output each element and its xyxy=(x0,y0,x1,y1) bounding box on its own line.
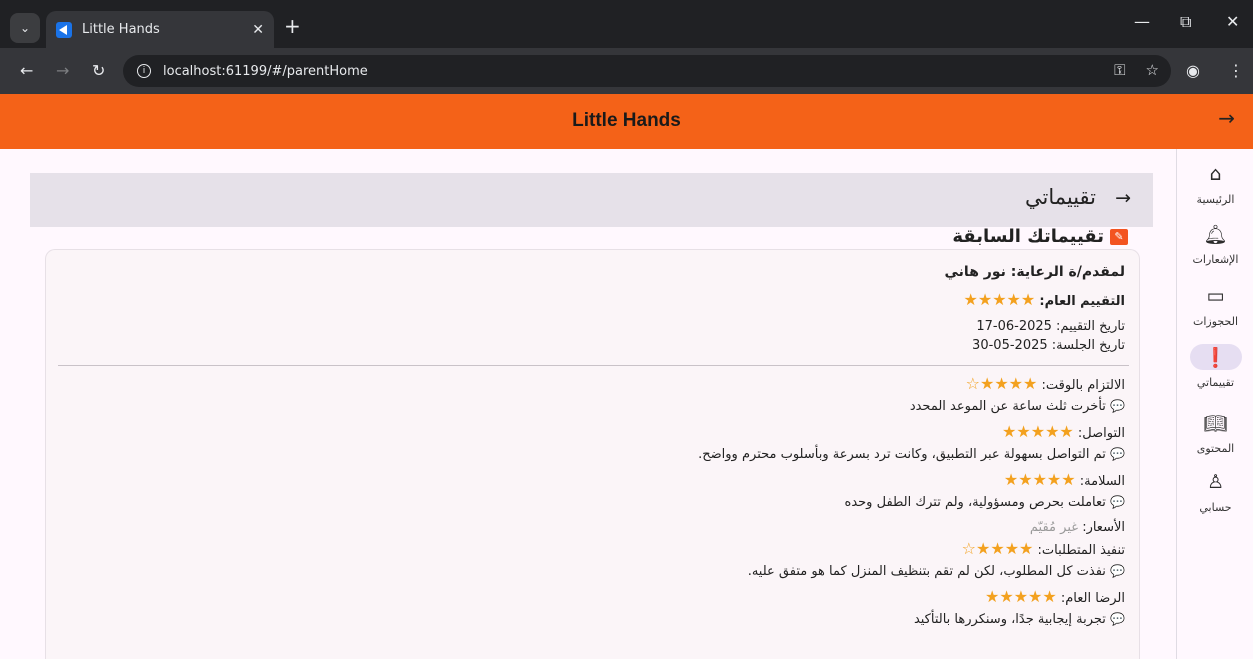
divider xyxy=(58,365,1129,366)
criterion-comment: 💬 تم التواصل بسهولة عبر التطبيق، وكانت ت… xyxy=(698,447,1125,462)
criterion-label: تنفيذ المتطلبات: xyxy=(1037,543,1125,558)
rail-item-content[interactable]: 📖︎ المحتوى xyxy=(1177,410,1253,456)
forward-icon[interactable]: → xyxy=(56,61,69,80)
criterion-comment: 💬 تجربة إيجابية جدًا، وسنكررها بالتأكيد xyxy=(914,612,1125,627)
rail-label: المحتوى xyxy=(1196,442,1235,455)
bell-icon: 🔔︎ xyxy=(1203,223,1228,246)
navigation-rail: ⌂ الرئيسية 🔔︎ الإشعارات ▭ الحجوزات ❗ تقي… xyxy=(1176,149,1253,659)
close-window-icon[interactable]: ✕ xyxy=(1226,12,1239,31)
address-bar[interactable]: i localhost:61199/#/parentHome ⚿ ☆ xyxy=(123,55,1171,87)
criterion-comment: 💬 نفذت كل المطلوب، لكن لم تقم بتنظيف الم… xyxy=(748,564,1125,579)
password-key-icon[interactable]: ⚿ xyxy=(1114,61,1125,79)
comment-text: تعاملت بحرص ومسؤولية، ولم تترك الطفل وحد… xyxy=(844,495,1106,510)
page-title: تقييماتي xyxy=(1024,185,1096,209)
rail-item-account[interactable]: ♙ حسابي xyxy=(1177,469,1253,514)
minimize-icon[interactable]: — xyxy=(1134,12,1150,31)
bookmark-star-icon[interactable]: ☆ xyxy=(1146,61,1159,79)
rail-item-notifications[interactable]: 🔔︎ الإشعارات xyxy=(1177,221,1253,267)
app-bar: Little Hands → xyxy=(0,94,1253,149)
restore-icon[interactable]: ⧉ xyxy=(1180,12,1191,32)
criterion-label: الالتزام بالوقت: xyxy=(1041,378,1126,393)
comment-icon: 💬 xyxy=(1110,564,1125,578)
rail-label: الرئيسية xyxy=(1196,193,1235,206)
section-title: ✎ تقييماتك السابقة xyxy=(952,226,1128,247)
criterion-stars: ★★★★☆ xyxy=(965,374,1038,393)
unrated-text: غير مُقيّم xyxy=(1029,520,1079,535)
tab-strip: ⌄ Little Hands ✕ + — ⧉ ✕ xyxy=(0,0,1253,48)
person-icon: ♙ xyxy=(1206,471,1225,493)
comment-icon: 💬 xyxy=(1110,495,1125,509)
comment-icon: 💬 xyxy=(1110,399,1125,413)
site-info-icon[interactable]: i xyxy=(137,64,151,78)
flutter-favicon-icon xyxy=(56,21,72,38)
tab-search-button[interactable]: ⌄ xyxy=(10,13,40,43)
calendar-icon: ▭ xyxy=(1206,285,1225,307)
comment-icon: 💬 xyxy=(1110,447,1125,461)
url-text: localhost:61199/#/parentHome xyxy=(163,63,368,79)
criterion-satisfaction: الرضا العام: ★★★★★ xyxy=(985,587,1125,606)
comment-text: تجربة إيجابية جدًا، وسنكررها بالتأكيد xyxy=(913,612,1106,627)
criterion-requirements: تنفيذ المتطلبات: ★★★★☆ xyxy=(962,539,1125,558)
criterion-stars: ★★★★★ xyxy=(1002,422,1074,441)
criterion-comment: 💬 تأخرت ثلث ساعة عن الموعد المحدد xyxy=(910,399,1125,414)
overall-label: التقييم العام: xyxy=(1039,294,1125,309)
rail-label: حسابي xyxy=(1199,501,1232,514)
criterion-label: السلامة: xyxy=(1079,474,1125,489)
feedback-icon: ❗ xyxy=(1189,344,1242,370)
comment-text: نفذت كل المطلوب، لكن لم تقم بتنظيف المنز… xyxy=(747,564,1106,579)
browser-toolbar: ← → ↻ i localhost:61199/#/parentHome ⚿ ☆… xyxy=(0,48,1253,94)
rail-item-my-reviews[interactable]: ❗ تقييماتي xyxy=(1177,344,1253,389)
criterion-label: الرضا العام: xyxy=(1060,591,1125,606)
criterion-stars: ★★★★★ xyxy=(1003,470,1076,489)
review-date: تاريخ التقييم: 2025-06-17 xyxy=(976,319,1125,334)
criterion-label: التواصل: xyxy=(1077,426,1125,441)
criterion-communication: التواصل: ★★★★★ xyxy=(1002,422,1125,441)
criterion-safety: السلامة: ★★★★★ xyxy=(1004,470,1125,489)
browser-window: ⌄ Little Hands ✕ + — ⧉ ✕ ← → ↻ i localho… xyxy=(0,0,1253,659)
overall-rating: التقييم العام: ★★★★★ xyxy=(964,290,1125,309)
rail-item-bookings[interactable]: ▭ الحجوزات xyxy=(1177,283,1253,328)
review-card: لمقدم/ة الرعاية: نور هاني التقييم العام:… xyxy=(45,249,1140,659)
provider-name: لمقدم/ة الرعاية: نور هاني xyxy=(944,264,1125,280)
rail-label: الحجوزات xyxy=(1192,315,1238,328)
section-title-text: تقييماتك السابقة xyxy=(952,226,1104,247)
overall-stars: ★★★★★ xyxy=(963,290,1036,309)
page-header: تقييماتي → xyxy=(30,173,1153,227)
reload-icon[interactable]: ↻ xyxy=(92,61,105,80)
criterion-comment: 💬 تعاملت بحرص ومسؤولية، ولم تترك الطفل و… xyxy=(845,495,1125,510)
rail-item-home[interactable]: ⌂ الرئيسية xyxy=(1177,161,1253,206)
back-icon[interactable]: ← xyxy=(20,61,33,80)
comment-icon: 💬 xyxy=(1110,612,1125,626)
criterion-stars: ★★★★☆ xyxy=(961,539,1034,558)
comment-text: تأخرت ثلث ساعة عن الموعد المحدد xyxy=(909,399,1106,414)
criterion-stars: ★★★★★ xyxy=(985,587,1057,606)
book-icon: 📖︎ xyxy=(1203,412,1228,435)
rail-label: تقييماتي xyxy=(1196,376,1235,389)
new-tab-icon[interactable]: + xyxy=(284,14,301,38)
session-date: تاريخ الجلسة: 2025-05-30 xyxy=(972,338,1125,353)
browser-tab[interactable]: Little Hands ✕ xyxy=(46,11,274,48)
main-content: تقييماتي → ✎ تقييماتك السابقة لمقدم/ة ال… xyxy=(0,149,1176,659)
rate-review-icon: ✎ xyxy=(1110,228,1128,245)
app-back-arrow-icon[interactable]: → xyxy=(1218,106,1235,130)
comment-text: تم التواصل بسهولة عبر التطبيق، وكانت ترد… xyxy=(698,447,1106,462)
home-icon: ⌂ xyxy=(1209,163,1222,185)
page-back-arrow-icon[interactable]: → xyxy=(1115,187,1131,209)
criterion-prices: الأسعار: غير مُقيّم xyxy=(1030,520,1125,535)
criterion-punctuality: الالتزام بالوقت: ★★★★☆ xyxy=(966,374,1125,393)
menu-icon[interactable]: ⋮ xyxy=(1228,61,1244,80)
criterion-label: الأسعار: xyxy=(1082,520,1125,535)
tab-title: Little Hands xyxy=(82,22,160,37)
app-title: Little Hands xyxy=(572,110,681,131)
rail-label: الإشعارات xyxy=(1192,253,1239,266)
close-tab-icon[interactable]: ✕ xyxy=(252,22,264,38)
profile-icon[interactable]: ◉ xyxy=(1186,61,1200,80)
